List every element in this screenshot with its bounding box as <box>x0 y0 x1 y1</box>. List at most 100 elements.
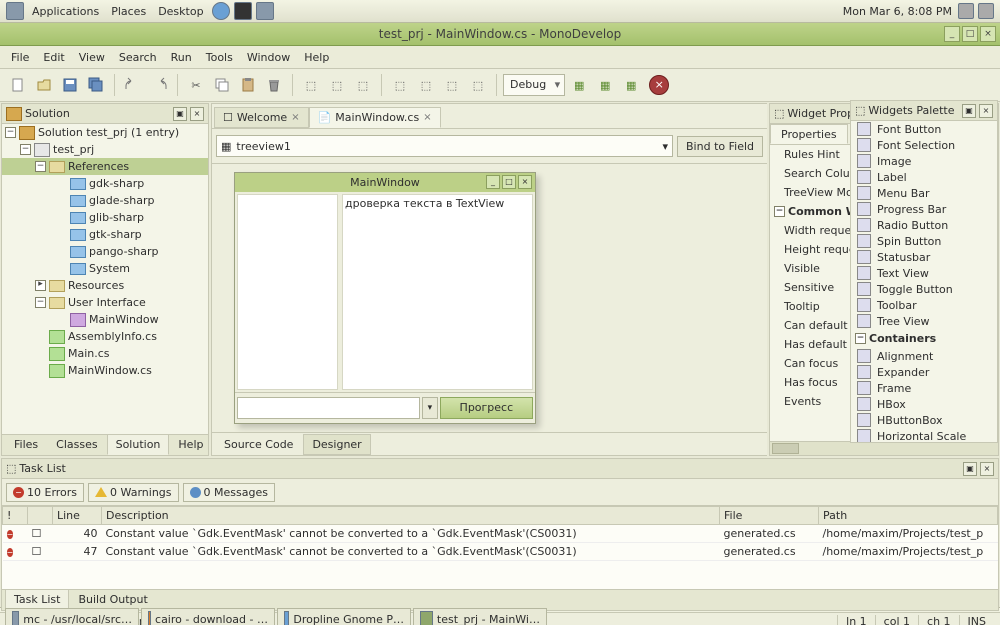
nav-list-button[interactable]: ⬚ <box>351 73 375 97</box>
redo-button[interactable] <box>147 73 171 97</box>
cut-button[interactable]: ✂ <box>184 73 208 97</box>
tab-solution[interactable]: Solution <box>107 434 170 455</box>
close-icon[interactable]: × <box>291 112 299 123</box>
run-button[interactable]: ▦ <box>567 73 591 97</box>
tab-classes[interactable]: Classes <box>47 434 106 455</box>
designed-window[interactable]: MainWindow_□× дроверка текста в TextView… <box>234 172 536 424</box>
foot-icon[interactable] <box>6 2 24 20</box>
h-scrollbar[interactable] <box>770 441 998 455</box>
palette-item[interactable]: Label <box>851 169 997 185</box>
bind-field-button[interactable]: Bind to Field <box>677 136 763 157</box>
palette-item[interactable]: Text View <box>851 265 997 281</box>
minimize-button[interactable]: _ <box>944 26 960 42</box>
progress-button[interactable]: Прогресс <box>440 397 533 419</box>
config-combo[interactable]: Debug <box>503 74 565 96</box>
tab-files[interactable]: Files <box>5 434 47 455</box>
mini-min-icon[interactable]: _ <box>486 175 500 189</box>
solution-tree[interactable]: −Solution test_prj (1 entry) −test_prj −… <box>2 124 208 434</box>
mini-max-icon[interactable]: □ <box>502 175 516 189</box>
taskbar-item[interactable]: mc - /usr/local/src… <box>5 608 139 625</box>
palette-item[interactable]: Progress Bar <box>851 201 997 217</box>
copy-button[interactable] <box>210 73 234 97</box>
palette-item[interactable]: Statusbar <box>851 249 997 265</box>
palette-item[interactable]: Tree View <box>851 313 997 329</box>
treeview-widget[interactable] <box>237 194 338 390</box>
task-table[interactable]: !LineDescriptionFilePath −☐40Constant va… <box>2 506 998 589</box>
taskbar-item[interactable]: Dropline Gnome P… <box>277 608 411 625</box>
places-menu[interactable]: Places <box>105 3 152 20</box>
browser-icon[interactable] <box>212 2 230 20</box>
tab-buildoutput[interactable]: Build Output <box>69 589 156 610</box>
palette-item[interactable]: Spin Button <box>851 233 997 249</box>
tab-properties[interactable]: Properties <box>770 124 848 144</box>
taskbar-item[interactable]: cairo - download - … <box>141 608 275 625</box>
delete-button[interactable] <box>262 73 286 97</box>
close-button[interactable]: × <box>980 26 996 42</box>
mini-close-icon[interactable]: × <box>518 175 532 189</box>
palette-item[interactable]: Font Button <box>851 121 997 137</box>
stop-button[interactable]: × <box>649 75 669 95</box>
volume-icon[interactable] <box>958 3 974 19</box>
new-button[interactable] <box>6 73 30 97</box>
nav-fwd-button[interactable]: ⬚ <box>325 73 349 97</box>
palette-item[interactable]: Menu Bar <box>851 185 997 201</box>
undo-button[interactable] <box>121 73 145 97</box>
open-button[interactable] <box>32 73 56 97</box>
palette-item[interactable]: Toolbar <box>851 297 997 313</box>
palette-item[interactable]: Expander <box>851 364 997 380</box>
clock[interactable]: Mon Mar 6, 8:08 PM <box>843 5 952 18</box>
errors-pill[interactable]: −10 Errors <box>6 483 84 502</box>
apps-menu[interactable]: Applications <box>26 3 105 20</box>
menu-view[interactable]: View <box>72 48 112 67</box>
textview-widget[interactable]: дроверка текста в TextView <box>342 194 533 390</box>
monitor-icon[interactable] <box>256 2 274 20</box>
save-button[interactable] <box>58 73 82 97</box>
saveall-button[interactable] <box>84 73 108 97</box>
panel-close[interactable]: × <box>190 107 204 121</box>
menu-file[interactable]: File <box>4 48 36 67</box>
menu-run[interactable]: Run <box>164 48 199 67</box>
panel-auto-hide[interactable]: ▣ <box>963 462 977 476</box>
warnings-pill[interactable]: 0 Warnings <box>88 483 178 502</box>
designer-canvas[interactable]: MainWindow_□× дроверка текста в TextView… <box>212 164 767 432</box>
palette-item[interactable]: Alignment <box>851 348 997 364</box>
palette-item[interactable]: Image <box>851 153 997 169</box>
clean-button[interactable]: ⬚ <box>440 73 464 97</box>
combo-widget[interactable]: ▾ <box>422 397 438 419</box>
source-tab[interactable]: Source Code <box>216 435 301 454</box>
paste-button[interactable] <box>236 73 260 97</box>
tab-welcome[interactable]: ☐Welcome× <box>214 107 309 128</box>
entry-widget[interactable] <box>237 397 420 419</box>
menu-tools[interactable]: Tools <box>199 48 240 67</box>
panel-auto-hide[interactable]: ▣ <box>962 104 976 118</box>
maximize-button[interactable]: □ <box>962 26 978 42</box>
tab-tasklist[interactable]: Task List <box>5 589 69 610</box>
tab-mainwindow[interactable]: 📄MainWindow.cs× <box>309 107 441 128</box>
package-button[interactable]: ⬚ <box>466 73 490 97</box>
debug-button[interactable]: ▦ <box>593 73 617 97</box>
terminal-icon[interactable] <box>234 2 252 20</box>
menu-window[interactable]: Window <box>240 48 297 67</box>
taskbar-item[interactable]: test_prj - MainWi… <box>413 608 547 625</box>
rebuild-button[interactable]: ⬚ <box>414 73 438 97</box>
menu-edit[interactable]: Edit <box>36 48 71 67</box>
designer-tab[interactable]: Designer <box>303 434 370 455</box>
palette-item[interactable]: HBox <box>851 396 997 412</box>
widget-selector[interactable]: ▦treeview1▾ <box>216 135 673 157</box>
menu-search[interactable]: Search <box>112 48 164 67</box>
panel-close[interactable]: × <box>979 104 993 118</box>
build-button[interactable]: ⬚ <box>388 73 412 97</box>
panel-close[interactable]: × <box>980 462 994 476</box>
palette-item[interactable]: Font Selection <box>851 137 997 153</box>
tab-help[interactable]: Help <box>169 434 209 455</box>
nav-back-button[interactable]: ⬚ <box>299 73 323 97</box>
palette-item[interactable]: Frame <box>851 380 997 396</box>
palette-item[interactable]: Horizontal Scale <box>851 428 997 442</box>
palette-item[interactable]: HButtonBox <box>851 412 997 428</box>
panel-auto-hide[interactable]: ▣ <box>173 107 187 121</box>
messages-pill[interactable]: 0 Messages <box>183 483 275 502</box>
close-icon[interactable]: × <box>423 112 431 123</box>
applet-icon[interactable] <box>978 3 994 19</box>
palette-item[interactable]: Toggle Button <box>851 281 997 297</box>
palette-item[interactable]: Radio Button <box>851 217 997 233</box>
